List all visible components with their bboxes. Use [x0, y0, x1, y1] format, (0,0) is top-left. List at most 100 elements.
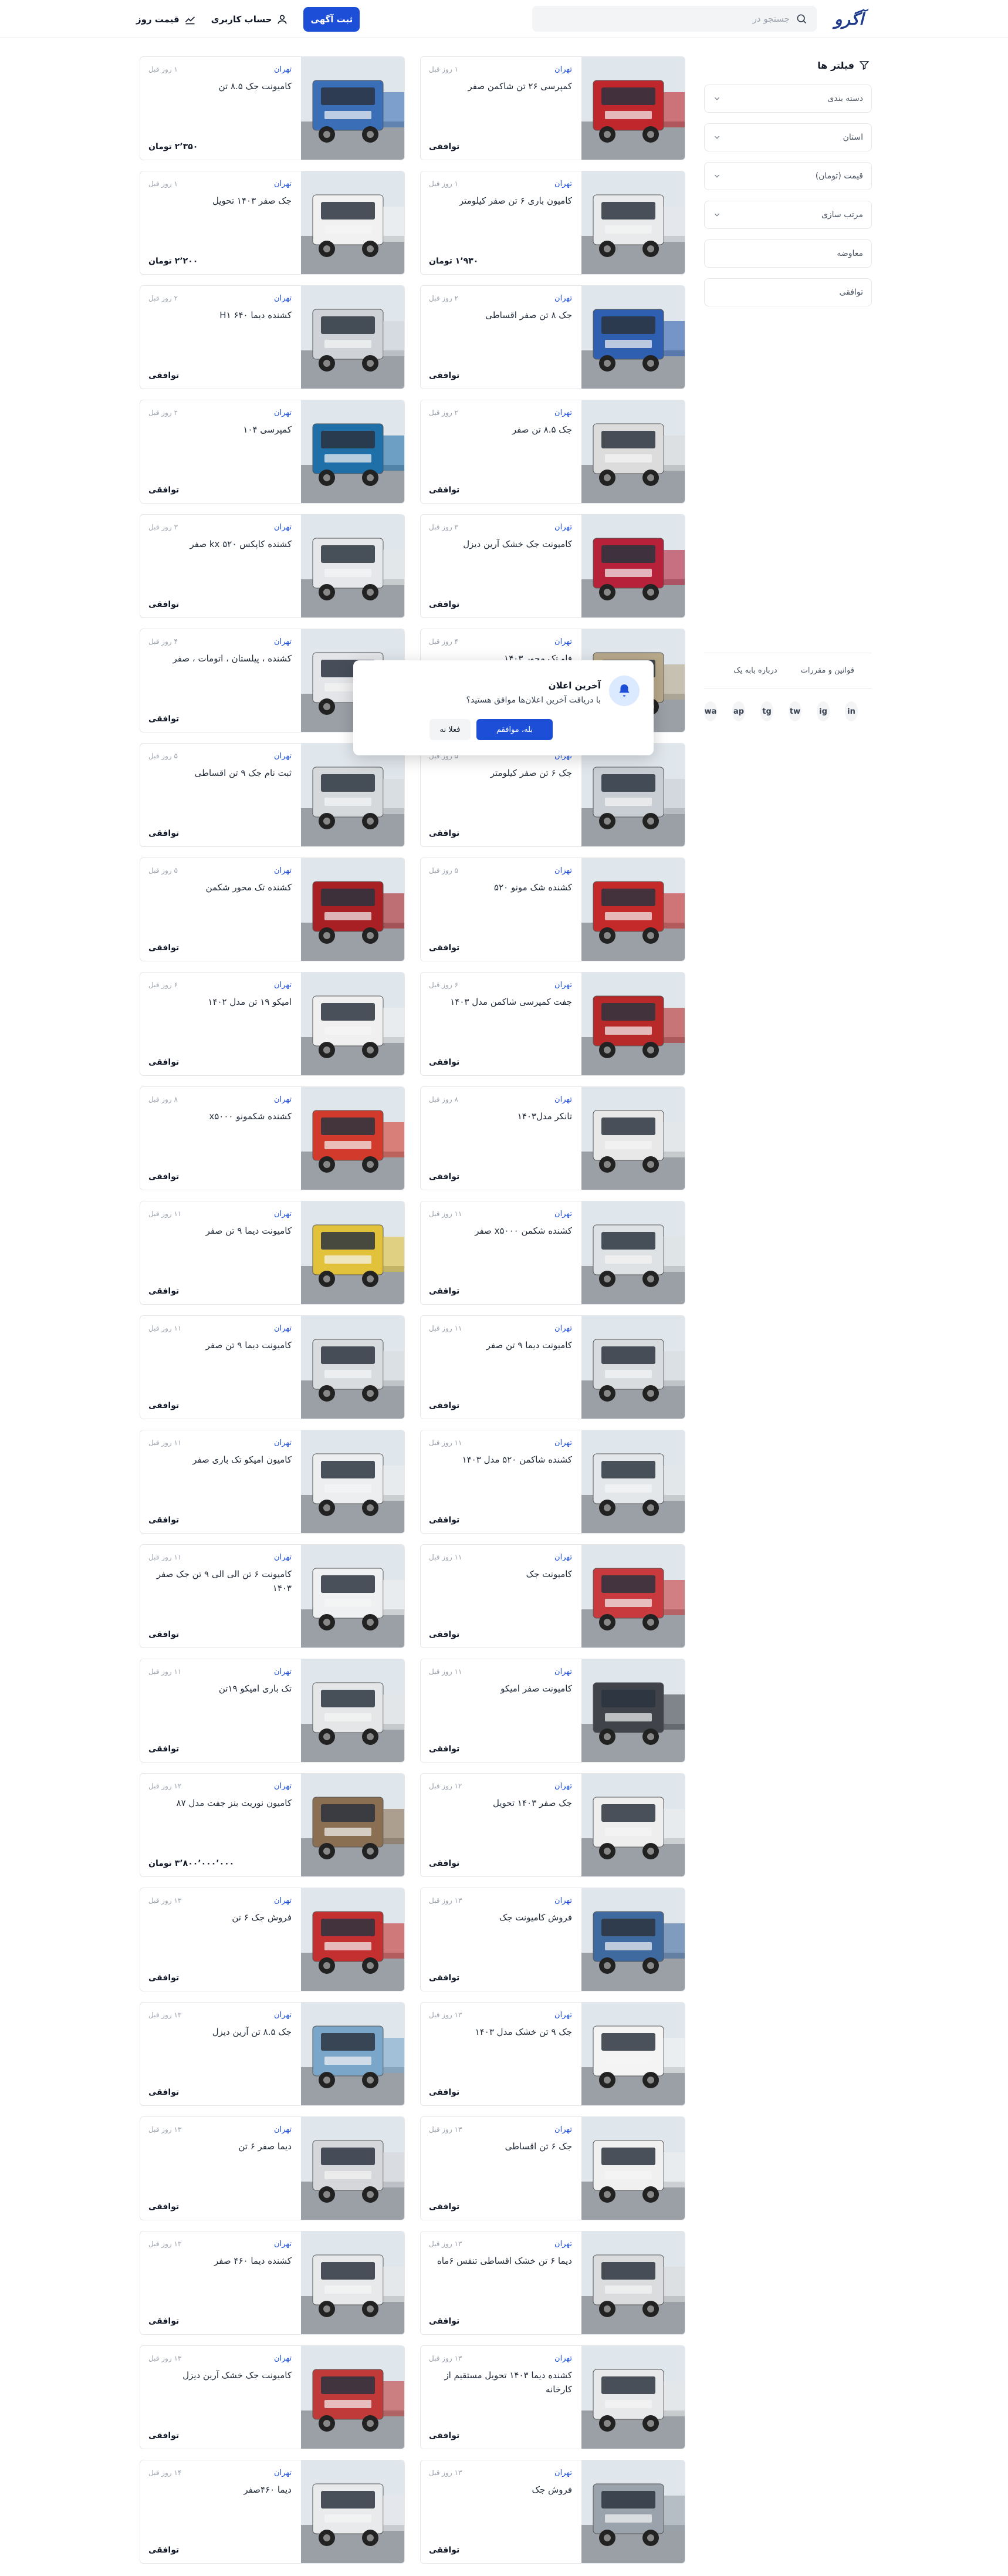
listing-card[interactable]: تهران ۱ روز قبل جک صفر ۱۴۰۳ تحویل ۲٬۲۰۰ توم… [140, 171, 405, 275]
listing-image[interactable] [581, 744, 685, 846]
aparat-icon[interactable]: ap [732, 701, 745, 721]
listing-image[interactable] [301, 1316, 404, 1419]
listing-image[interactable] [581, 1774, 685, 1876]
listing-image[interactable] [581, 1888, 685, 1991]
listing-image[interactable] [581, 973, 685, 1075]
listing-card[interactable]: تهران ۱۳ روز قبل فروش جک ۶ تن توافقی [140, 1888, 405, 1991]
listing-image[interactable] [301, 1659, 404, 1762]
filter-item[interactable]: استان [704, 123, 872, 151]
listing-card[interactable]: تهران ۱۱ روز قبل کشنده شاکمن ۵۲۰ مدل ۱۴۰۳ ت… [420, 1430, 685, 1534]
listing-image[interactable] [581, 2346, 685, 2449]
listing-image[interactable] [581, 286, 685, 389]
listing-image[interactable] [301, 1087, 404, 1190]
listing-image[interactable] [301, 2346, 404, 2449]
listing-card[interactable]: تهران ۱۳ روز قبل کامیونت جک خشک آرین دیزل ت… [140, 2345, 405, 2449]
listing-card[interactable]: تهران ۱ روز قبل کمپرسی ۲۶ تن شاکمن صفر تواف… [420, 56, 685, 160]
listing-card[interactable]: تهران ۱۳ روز قبل فروش کامیونت جک توافقی [420, 1888, 685, 1991]
search-bar[interactable] [532, 6, 817, 32]
listing-card[interactable]: تهران ۱۱ روز قبل کامیونت دیما ۹ تن صفر تواف… [140, 1315, 405, 1419]
listing-image[interactable] [581, 57, 685, 160]
listing-card[interactable]: تهران ۸ روز قبل کشنده شکمونو x۵۰۰۰ توافقی [140, 1086, 405, 1190]
filter-item[interactable]: مرتب سازی [704, 201, 872, 229]
listing-image[interactable] [301, 2003, 404, 2105]
listing-image[interactable] [581, 400, 685, 503]
listing-card[interactable]: تهران ۲ روز قبل کشنده دیما H۱ ۶۴۰ توافقی [140, 285, 405, 389]
listing-image[interactable] [301, 1201, 404, 1304]
listing-image[interactable] [581, 1545, 685, 1647]
linkedin-icon[interactable]: in [845, 701, 858, 721]
listing-card[interactable]: تهران ۵ روز قبل جک ۶ تن صفر کیلومتر توافقی [420, 743, 685, 847]
listing-image[interactable] [581, 1087, 685, 1190]
filter-item[interactable]: دسته بندی [704, 85, 872, 113]
listing-image[interactable] [301, 286, 404, 389]
listing-image[interactable] [301, 400, 404, 503]
listing-card[interactable]: تهران ۱ روز قبل کامیون باری ۶ تن صفر کیلوم… [420, 171, 685, 275]
listing-card[interactable]: تهران ۱۱ روز قبل تک باری امیکو ۱۹تن توافقی [140, 1659, 405, 1763]
listing-image[interactable] [301, 171, 404, 274]
whatsapp-icon[interactable]: wa [704, 701, 717, 721]
listing-card[interactable]: تهران ۱۱ روز قبل کامیونت ۶ تن الی الی ۹ تن… [140, 1544, 405, 1648]
price-today-link[interactable]: قیمت روز [136, 13, 196, 25]
listing-image[interactable] [301, 744, 404, 846]
search-input[interactable] [542, 13, 796, 24]
listing-card[interactable]: تهران ۵ روز قبل کشنده شک مونو ۵۲۰ توافقی [420, 857, 685, 961]
listing-card[interactable]: تهران ۱۱ روز قبل کامیون امیکو تک باری صفر ت… [140, 1430, 405, 1534]
listing-card[interactable]: تهران ۶ روز قبل جفت کمپرسی شاکمن مدل ۱۴۰۳ ت… [420, 972, 685, 1076]
listing-image[interactable] [581, 515, 685, 617]
listing-image[interactable] [581, 2231, 685, 2334]
listing-image[interactable] [301, 858, 404, 961]
post-ad-button[interactable]: ثبت آگهی [303, 7, 360, 32]
listing-card[interactable]: تهران ۱۳ روز قبل جک ۹ تن خشک مدل ۱۴۰۳ توافق… [420, 2002, 685, 2106]
listing-card[interactable]: تهران ۱۳ روز قبل دیما صفر ۶ تن توافقی [140, 2116, 405, 2220]
listing-image[interactable] [301, 2231, 404, 2334]
instagram-icon[interactable]: ig [817, 701, 830, 721]
listing-card[interactable]: تهران ۱۳ روز قبل کشنده دیما ۴۶۰ صفر توافقی [140, 2231, 405, 2335]
site-logo[interactable]: آگرو [826, 8, 872, 29]
listing-card[interactable]: تهران ۶ روز قبل امیکو ۱۹ تن مدل ۱۴۰۲ توافقی [140, 972, 405, 1076]
listing-card[interactable]: تهران ۱۳ روز قبل فروش جک توافقی [420, 2460, 685, 2564]
dismiss-notifications-button[interactable]: فعلا نه [429, 719, 471, 740]
listing-card[interactable]: تهران ۱۱ روز قبل کشنده شکمن x۵۰۰۰ صفر توافق… [420, 1201, 685, 1305]
listing-image[interactable] [301, 515, 404, 617]
telegram-icon[interactable]: tg [760, 701, 773, 721]
listing-image[interactable] [581, 1316, 685, 1419]
filter-item[interactable]: قیمت (تومان) [704, 162, 872, 190]
accept-notifications-button[interactable]: بله، موافقم [476, 719, 553, 740]
listing-card[interactable]: تهران ۱۱ روز قبل کامیونت دیما ۹ تن صفر تواف… [420, 1315, 685, 1419]
listing-card[interactable]: تهران ۱۱ روز قبل کامیونت دیما ۹ تن صفر تواف… [140, 1201, 405, 1305]
listing-card[interactable]: تهران ۱۳ روز قبل کشنده دیما ۱۴۰۳ تحویل مست… [420, 2345, 685, 2449]
listing-image[interactable] [301, 1430, 404, 1533]
listing-card[interactable]: تهران ۱۳ روز قبل جک ۸.۵ تن آرین دیزل توافقی [140, 2002, 405, 2106]
listing-card[interactable]: تهران ۱۲ روز قبل جک صفر ۱۴۰۳ تحویل توافقی [420, 1773, 685, 1877]
filter-item[interactable]: توافقی [704, 278, 872, 306]
listing-card[interactable]: تهران ۸ روز قبل تانکر مدل۱۴۰۳ توافقی [420, 1086, 685, 1190]
account-link[interactable]: حساب کاربری [211, 13, 289, 25]
listing-image[interactable] [301, 1545, 404, 1647]
listing-card[interactable]: تهران ۲ روز قبل جک ۸.۵ تن صفر توافقی [420, 400, 685, 504]
listing-image[interactable] [301, 2117, 404, 2220]
listing-card[interactable]: تهران ۱۲ روز قبل کامیون نوریت بنز جفت مدل … [140, 1773, 405, 1877]
footer-link[interactable]: قوانین و مقررات [801, 666, 854, 675]
twitter-icon[interactable]: tw [789, 701, 801, 721]
listing-card[interactable]: تهران ۱۴ روز قبل دیما ۴۶۰صفر توافقی [140, 2460, 405, 2564]
listing-card[interactable]: تهران ۳ روز قبل کامیونت جک خشک آرین دیزل تو… [420, 514, 685, 618]
listing-image[interactable] [301, 2460, 404, 2563]
listing-card[interactable]: تهران ۱۱ روز قبل کامیونت صفر امیکو توافقی [420, 1659, 685, 1763]
listing-image[interactable] [581, 1430, 685, 1533]
filter-item[interactable]: معاوضه [704, 239, 872, 268]
listing-image[interactable] [581, 2117, 685, 2220]
listing-image[interactable] [581, 2460, 685, 2563]
listing-card[interactable]: تهران ۲ روز قبل کمپرسی ۱۰۴ توافقی [140, 400, 405, 504]
listing-card[interactable]: تهران ۱۳ روز قبل دیما ۶ تن خشک اقساطی تنفس… [420, 2231, 685, 2335]
listing-card[interactable]: تهران ۳ روز قبل کشنده کاپکس ۵۲۰ kx صفر تواف… [140, 514, 405, 618]
listing-image[interactable] [581, 1201, 685, 1304]
listing-card[interactable]: تهران ۲ روز قبل جک ۸ تن صفر اقساطی توافقی [420, 285, 685, 389]
listing-card[interactable]: تهران ۵ روز قبل ثبت نام جک ۹ تن اقساطی تواف… [140, 743, 405, 847]
listing-image[interactable] [301, 1888, 404, 1991]
listing-image[interactable] [301, 57, 404, 160]
listing-image[interactable] [581, 2003, 685, 2105]
listing-image[interactable] [581, 171, 685, 274]
listing-image[interactable] [301, 973, 404, 1075]
listing-card[interactable]: تهران ۵ روز قبل کشنده تک محور شکمن توافقی [140, 857, 405, 961]
listing-image[interactable] [581, 1659, 685, 1762]
